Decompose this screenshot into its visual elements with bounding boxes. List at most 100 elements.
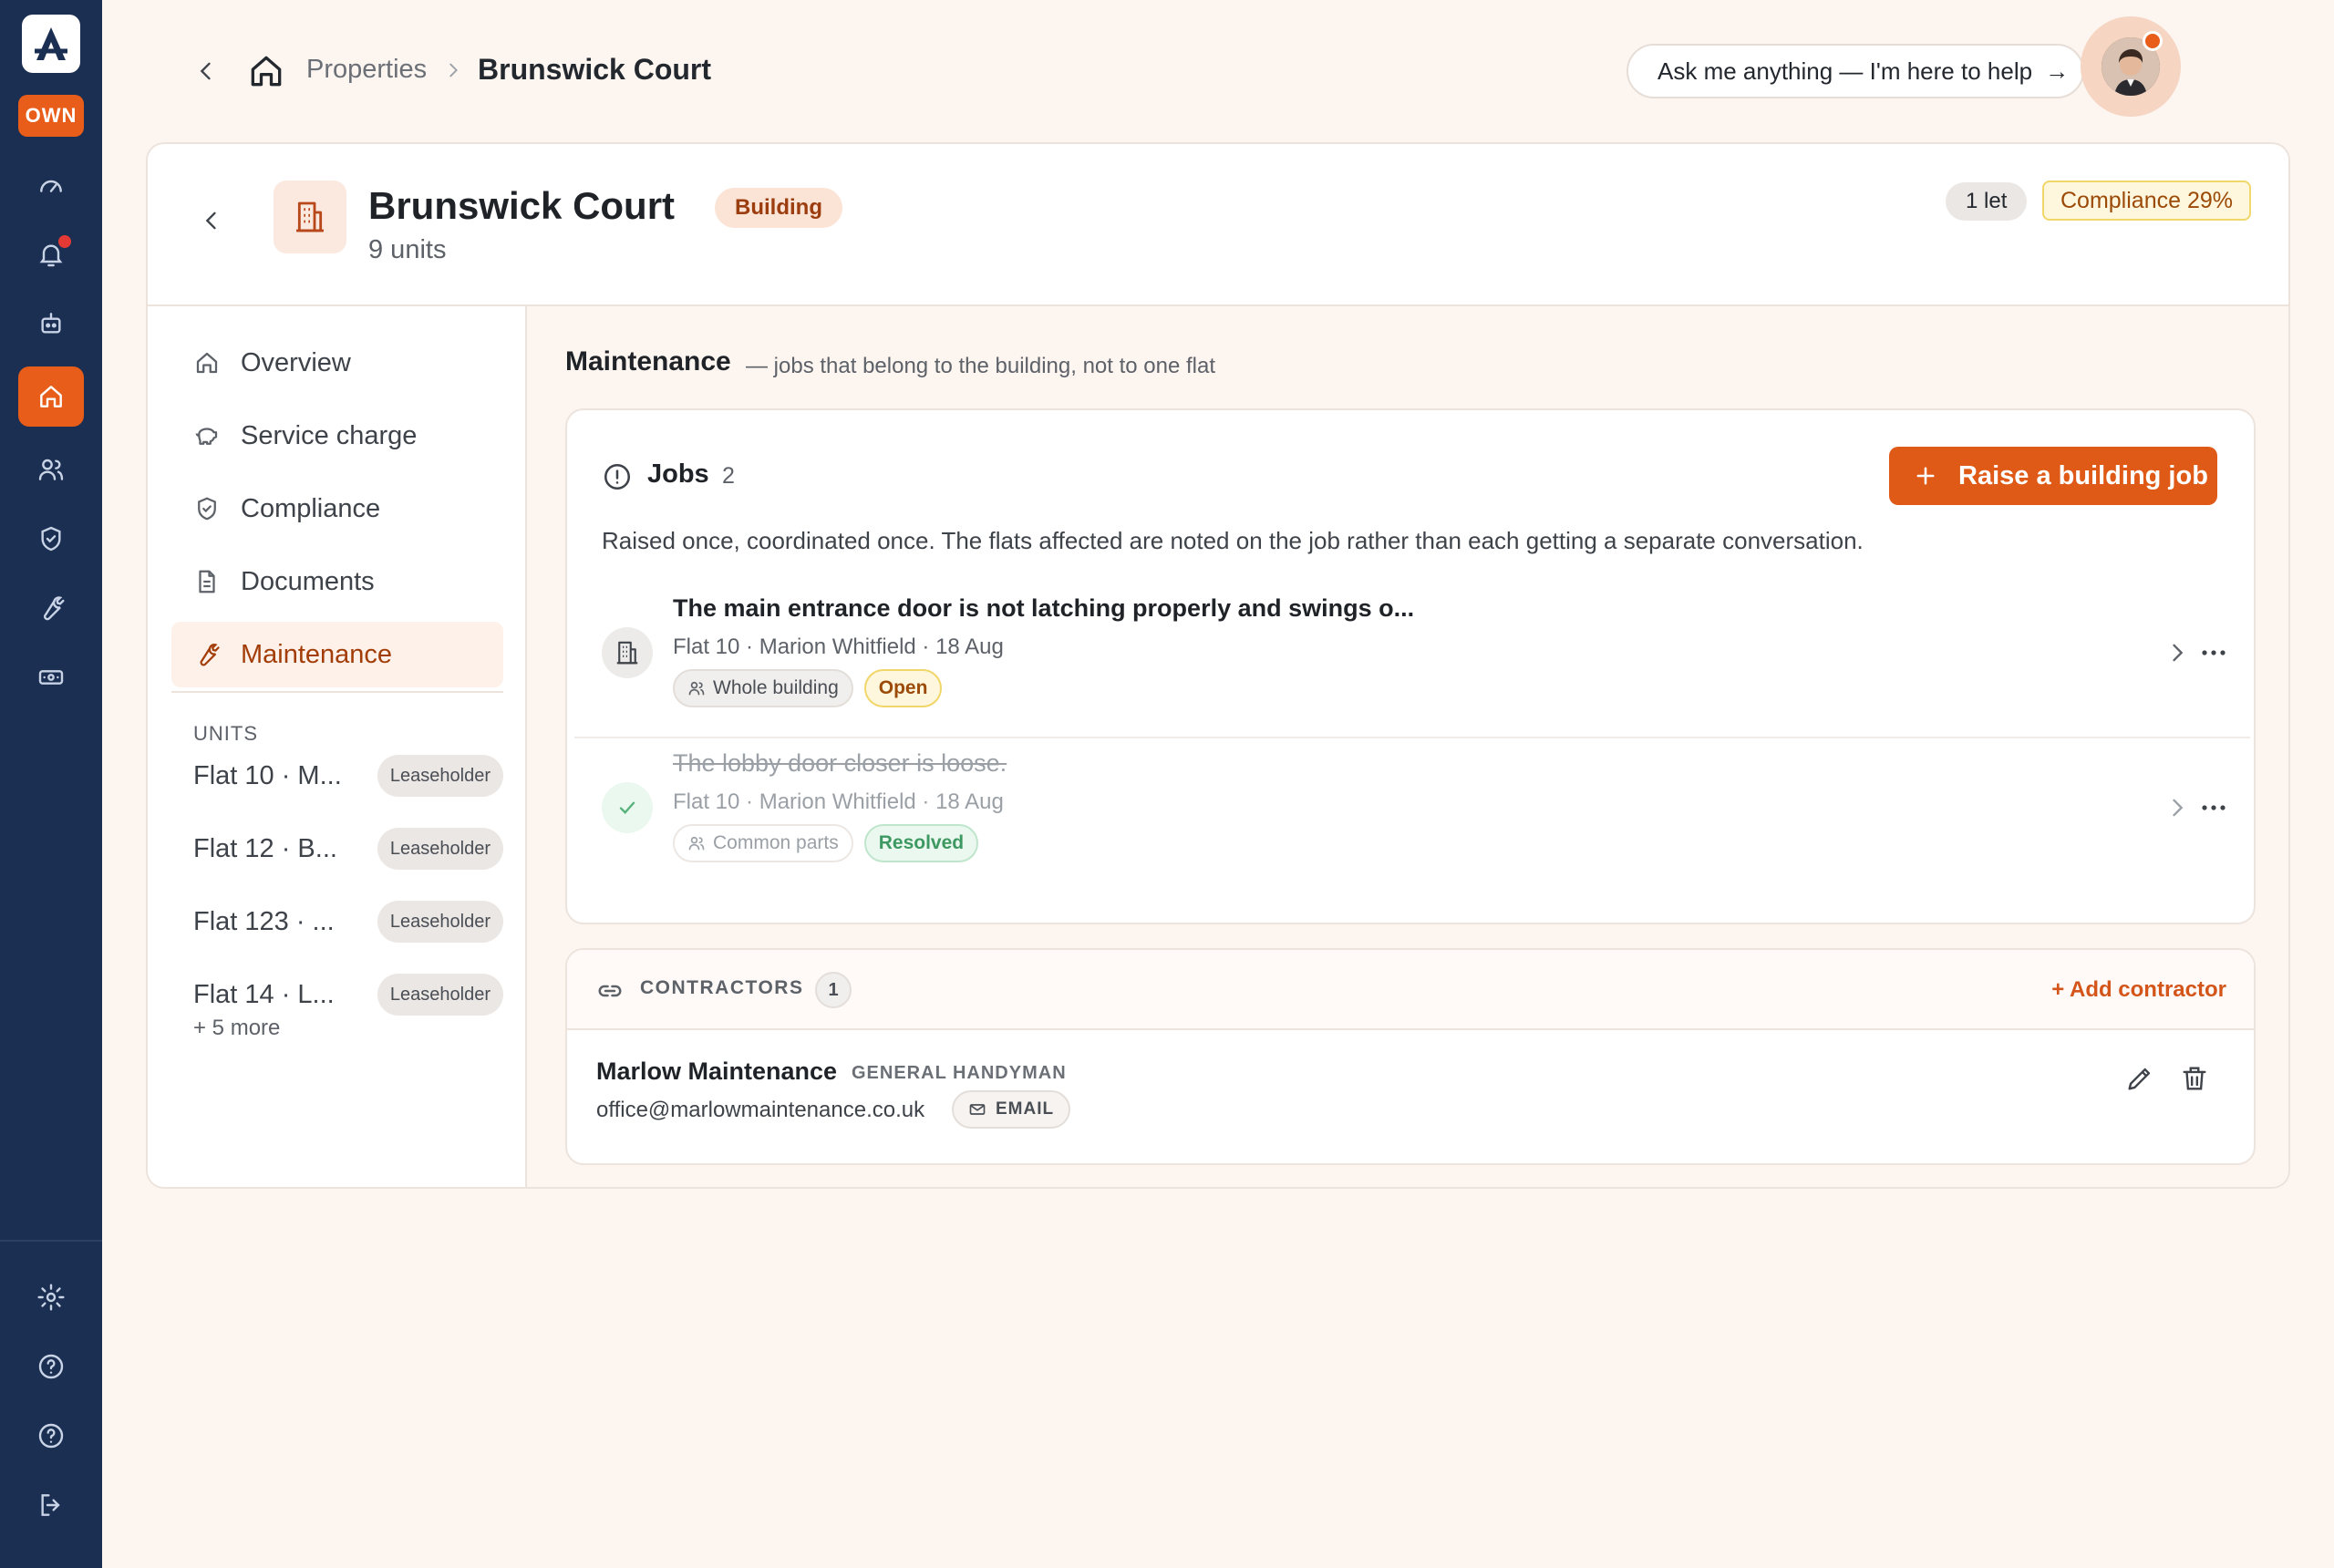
app-logo[interactable] <box>22 15 80 73</box>
shield-icon <box>41 526 61 552</box>
unit-name: Flat 123 · ... <box>193 906 335 936</box>
contractor-name: Marlow Maintenance <box>596 1057 838 1085</box>
help-icon <box>38 1423 64 1449</box>
ask-assistant-button[interactable]: Ask me anything — I'm here to help → <box>1627 44 2084 98</box>
plus-icon <box>1916 467 1935 485</box>
notification-dot <box>57 233 73 250</box>
contractors-link <box>596 977 624 1005</box>
rail-assistant[interactable] <box>18 294 84 354</box>
unit-item[interactable]: Flat 123 · ... Leaseholder <box>193 899 503 944</box>
contractors-heading: CONTRACTORS <box>640 977 804 998</box>
edit-contractor-button[interactable] <box>2124 1063 2155 1094</box>
back-button[interactable] <box>188 53 224 89</box>
job-meta: Flat 10 · Marion Whitfield · 18 Aug <box>673 634 1004 659</box>
job-scope-tag: Whole building <box>673 669 853 707</box>
nav-item-maintenance[interactable]: Maintenance <box>171 622 503 687</box>
job-scope-label: Common parts <box>713 832 839 853</box>
add-contractor-button[interactable]: + Add contractor <box>2051 977 2226 1003</box>
job-more-button[interactable] <box>2199 644 2228 662</box>
rail-people[interactable] <box>18 439 84 500</box>
nav-item-documents[interactable]: Documents <box>171 549 503 614</box>
maintenance-title: Maintenance <box>565 346 731 377</box>
user-avatar-button[interactable] <box>2081 16 2181 117</box>
breadcrumb-properties[interactable]: Properties <box>306 55 427 85</box>
rail-maintenance[interactable] <box>18 578 84 638</box>
document-icon <box>199 570 215 593</box>
job-title: The lobby door closer is loose. <box>673 749 1007 777</box>
rail-help[interactable] <box>18 1336 84 1397</box>
chevron-left-icon <box>200 62 211 80</box>
compliance-badge[interactable]: Compliance 29% <box>2042 181 2251 221</box>
chevron-right-icon <box>2173 799 2184 817</box>
piggy-bank-icon <box>195 428 218 445</box>
breadcrumb-current: Brunswick Court <box>478 53 712 86</box>
nav-item-label: Maintenance <box>241 639 393 669</box>
pencil-icon <box>2128 1068 2151 1090</box>
job-scope-label: Whole building <box>713 677 839 698</box>
trash-icon <box>2183 1067 2206 1090</box>
users-icon <box>688 681 705 696</box>
unit-tenure-tag: Leaseholder <box>377 974 503 1016</box>
nav-item-service-charge[interactable]: Service charge <box>171 403 503 469</box>
alert-circle-icon <box>604 463 631 490</box>
breadcrumb-separator <box>443 60 463 80</box>
rail-compliance[interactable] <box>18 509 84 569</box>
avatar-status-dot <box>2143 31 2163 51</box>
property-type-tag: Building <box>715 188 842 228</box>
rail-support[interactable] <box>18 1406 84 1466</box>
jobs-count: 2 <box>722 463 735 489</box>
job-status-badge: Resolved <box>863 824 979 862</box>
property-sidebar: Overview Service charge Compliance Docum… <box>148 306 527 1187</box>
delete-contractor-button[interactable] <box>2179 1063 2210 1094</box>
help-icon <box>38 1354 64 1379</box>
property-title: Brunswick Court <box>368 184 676 227</box>
rail-notifications[interactable] <box>18 224 84 284</box>
job-row[interactable]: The lobby door closer is loose. Flat 10 … <box>574 737 2250 890</box>
home-icon <box>251 56 282 87</box>
job-row[interactable]: The main entrance door is not latching p… <box>574 583 2250 737</box>
job-resolved-badge <box>602 782 653 833</box>
rail-logout[interactable] <box>18 1475 84 1535</box>
mail-icon <box>969 1104 986 1115</box>
jobs-description: Raised once, coordinated once. The flats… <box>602 527 1864 554</box>
rail-dashboard[interactable] <box>18 155 84 215</box>
ticket-icon <box>38 670 64 685</box>
job-open-chevron[interactable] <box>2164 640 2190 665</box>
more-horizontal-icon <box>2202 650 2226 655</box>
job-more-button[interactable] <box>2199 799 2228 817</box>
unit-item[interactable]: Flat 14 · L... Leaseholder <box>193 972 503 1017</box>
logo-a-icon <box>35 27 67 60</box>
raise-job-label: Raise a building job <box>1958 460 2208 490</box>
ask-assistant-label: Ask me anything — I'm here to help <box>1658 57 2033 85</box>
unit-item[interactable]: Flat 12 · B... Leaseholder <box>193 826 503 872</box>
contractor-email[interactable]: office@marlowmaintenance.co.uk <box>596 1098 924 1123</box>
property-back-button[interactable] <box>193 202 230 239</box>
more-units-link[interactable]: + 5 more <box>193 1016 280 1041</box>
sidebar-divider <box>171 691 503 693</box>
rail-settings[interactable] <box>18 1267 84 1327</box>
raise-building-job-button[interactable]: Raise a building job <box>1889 447 2217 505</box>
robot-icon <box>41 313 61 334</box>
chevron-right-icon <box>2173 644 2184 662</box>
nav-item-compliance[interactable]: Compliance <box>171 476 503 542</box>
job-tags: Common parts Resolved <box>673 824 979 862</box>
contact-method-tag[interactable]: EMAIL <box>952 1090 1071 1129</box>
job-status-badge: Open <box>863 669 943 707</box>
rail-properties[interactable] <box>18 366 84 427</box>
nav-item-label: Overview <box>241 347 351 377</box>
units-heading: UNITS <box>193 722 258 745</box>
nav-item-overview[interactable]: Overview <box>171 330 503 396</box>
building-icon <box>296 201 324 232</box>
property-card: Brunswick Court 9 units Building 1 let C… <box>146 142 2290 1189</box>
unit-item[interactable]: Flat 10 · M... Leaseholder <box>193 753 503 799</box>
breadcrumb-home[interactable] <box>246 51 286 91</box>
job-tags: Whole building Open <box>673 669 943 707</box>
contractor-role: GENERAL HANDYMAN <box>852 1063 1067 1083</box>
rail-payments[interactable] <box>18 647 84 707</box>
settings-icon <box>37 1284 65 1311</box>
link-icon <box>598 985 622 997</box>
wrench-icon <box>200 644 220 666</box>
mode-badge[interactable]: OWN <box>18 95 84 137</box>
nav-item-label: Compliance <box>241 493 381 523</box>
job-open-chevron[interactable] <box>2164 795 2190 820</box>
